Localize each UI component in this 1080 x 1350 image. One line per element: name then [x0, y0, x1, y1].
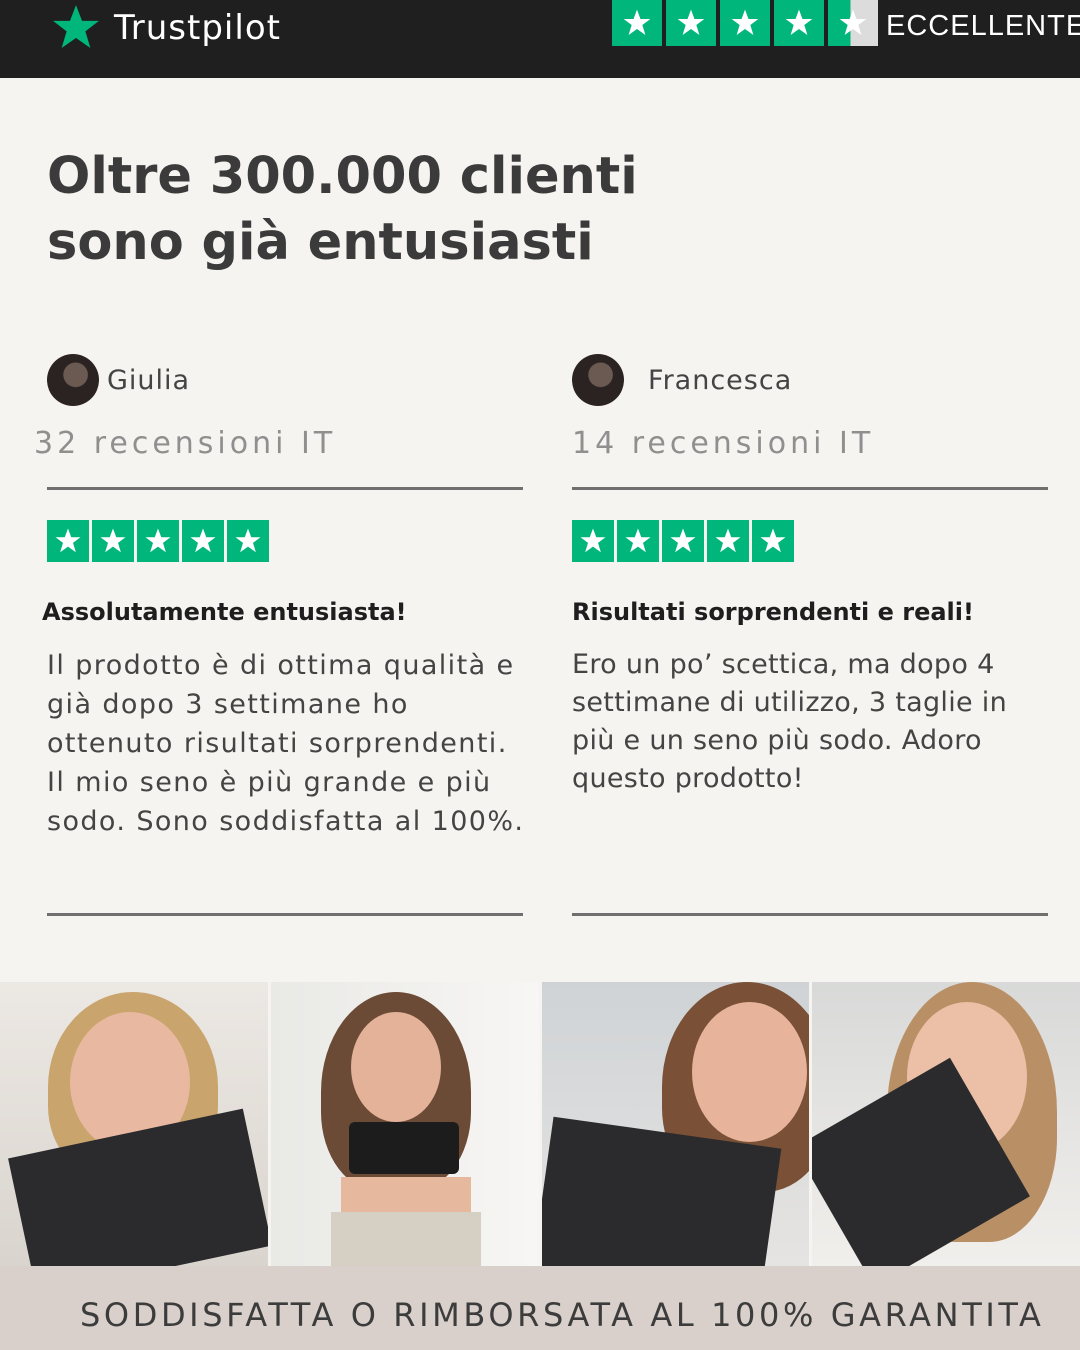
star-icon [47, 520, 89, 562]
brand-name: Trustpilot [114, 8, 281, 48]
review-body: Ero un po’ scettica, ma dopo 4 settimane… [572, 649, 1008, 794]
divider [47, 487, 523, 490]
star-icon [227, 520, 269, 562]
trustpilot-logo[interactable]: Trustpilot [48, 0, 281, 56]
star-icon [617, 520, 659, 562]
star-icon [92, 520, 134, 562]
star-icon [137, 520, 179, 562]
review-stars [572, 520, 1050, 562]
reviewer-name: Giulia [107, 364, 191, 396]
overall-rating-stars [612, 0, 882, 46]
review-stars [47, 520, 525, 562]
divider [572, 913, 1048, 916]
reviewer-name: Francesca [648, 364, 793, 396]
star-icon [752, 520, 794, 562]
page-title: Oltre 300.000 clienti sono già entusiast… [47, 144, 667, 276]
review-count: 32 recensioni IT [34, 426, 337, 461]
rating-label: ECCELLENTE [886, 10, 1080, 42]
star-icon [666, 0, 716, 46]
customer-photo [812, 982, 1080, 1266]
guarantee-banner: SODDISFATTA O RIMBORSATA AL 100% GARANTI… [0, 1266, 1080, 1350]
review-title: Risultati sorprendenti e reali! [572, 598, 974, 626]
half-star-icon [828, 0, 878, 46]
star-icon [720, 0, 770, 46]
star-icon [612, 0, 662, 46]
title-line-2: sono già entusiasti [47, 213, 594, 272]
review-count: 14 recensioni IT [572, 426, 875, 461]
avatar [47, 354, 99, 406]
guarantee-text: SODDISFATTA O RIMBORSATA AL 100% GARANTI… [80, 1296, 1045, 1334]
review-card: Giulia 32 recensioni IT Assolutamente en… [34, 352, 525, 916]
customer-photo-strip [0, 982, 1080, 1266]
title-line-1: Oltre 300.000 clienti [47, 147, 638, 206]
divider [47, 913, 523, 916]
star-icon [707, 520, 749, 562]
trustpilot-star-icon [53, 5, 99, 49]
customer-photo [0, 982, 271, 1266]
review-body: Il prodotto è di ottima qualità e già do… [47, 650, 525, 837]
reviewer-info: Francesca [572, 352, 1050, 408]
review-title: Assolutamente entusiasta! [42, 598, 407, 626]
avatar [572, 354, 624, 406]
star-icon [572, 520, 614, 562]
divider [572, 487, 1048, 490]
star-icon [662, 520, 704, 562]
star-icon [774, 0, 824, 46]
star-icon [182, 520, 224, 562]
customer-photo [270, 982, 542, 1266]
reviewer-info: Giulia [47, 352, 525, 408]
trustpilot-header: Trustpilot ECCELLENTE [0, 0, 1080, 78]
customer-photo [541, 982, 813, 1266]
review-card: Francesca 14 recensioni IT Risultati sor… [572, 352, 1050, 916]
